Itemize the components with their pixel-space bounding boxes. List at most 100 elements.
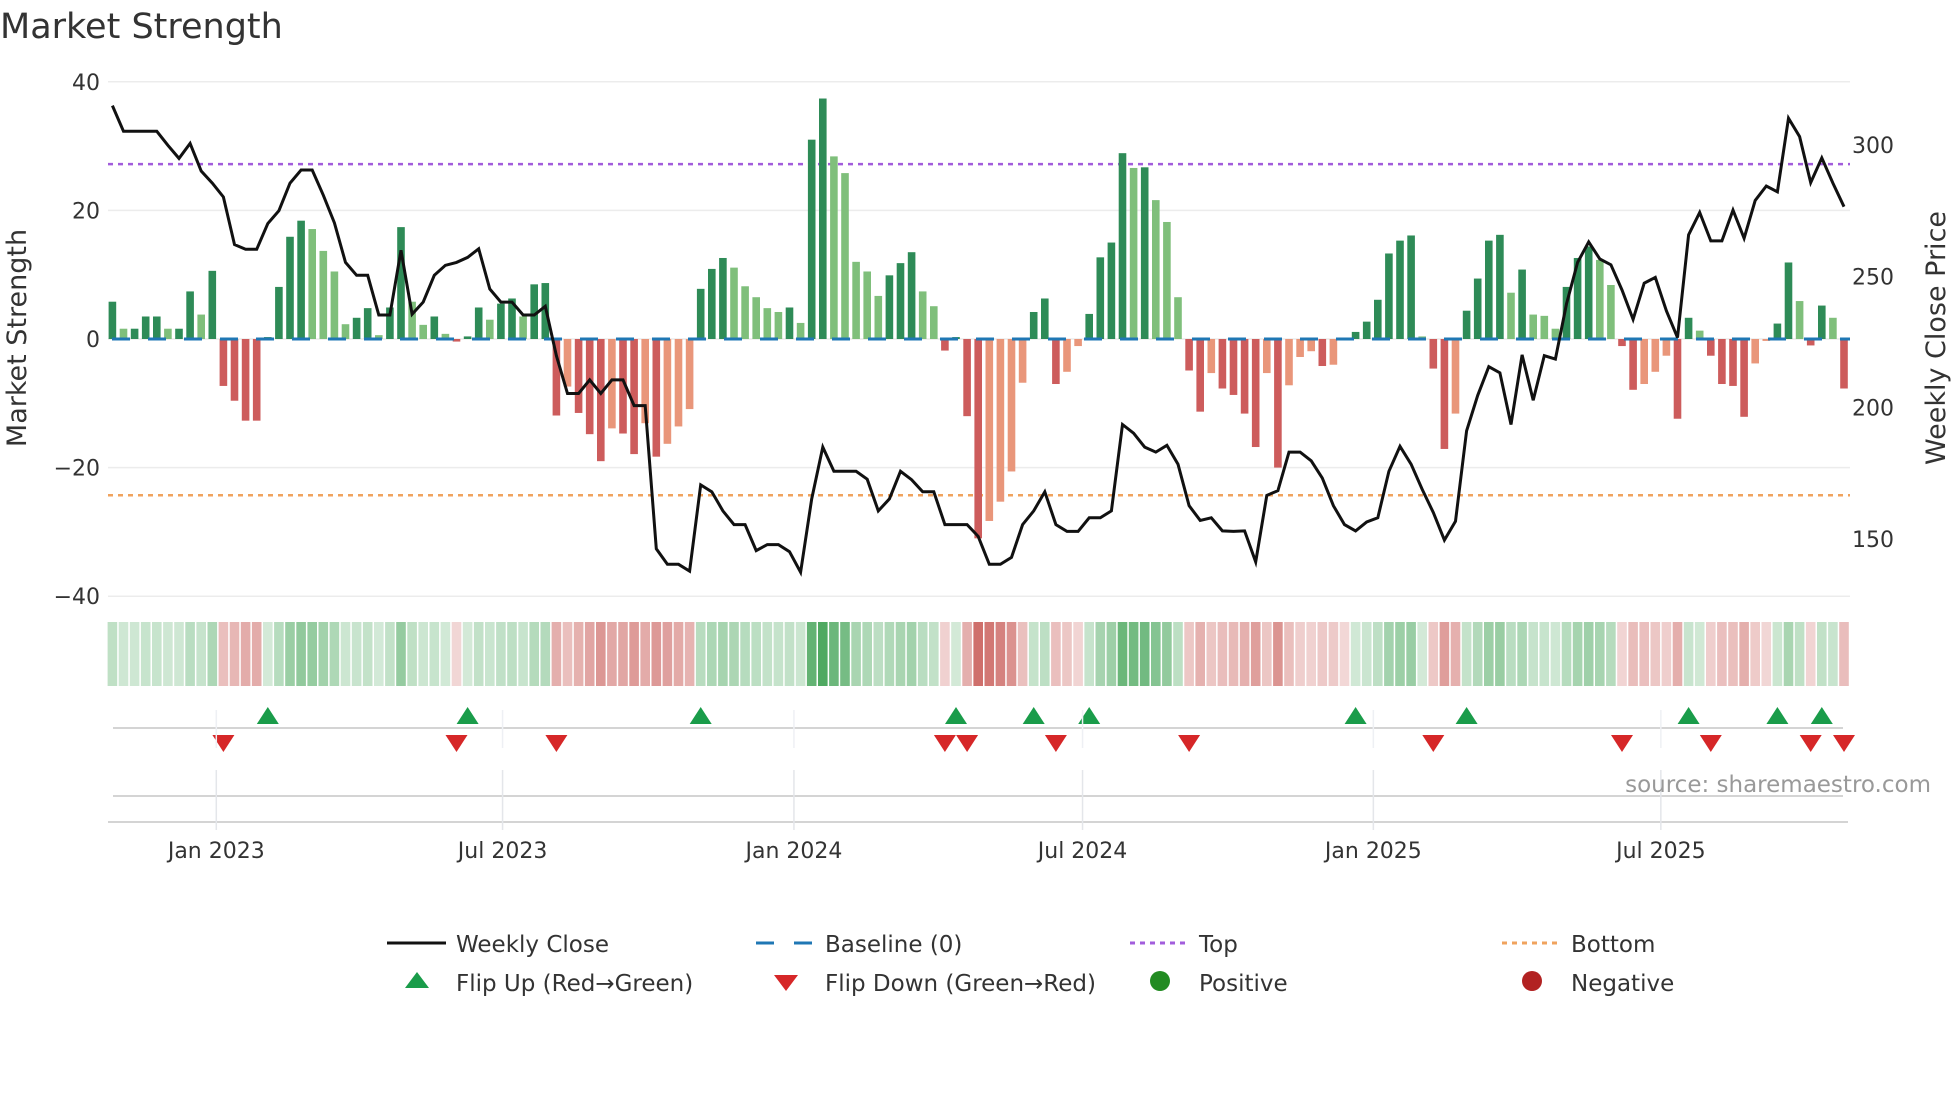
heat-cell <box>1772 622 1783 686</box>
heat-cell <box>1317 622 1328 686</box>
heat-cell <box>1095 622 1106 686</box>
heat-cell <box>1250 622 1261 686</box>
strength-bar <box>208 270 217 339</box>
heat-cell <box>1595 622 1605 686</box>
strength-bar <box>1196 339 1204 412</box>
heat-cell <box>1062 622 1072 686</box>
strength-bar <box>330 271 339 339</box>
strength-bar <box>319 250 328 339</box>
x-tick-label: Jan 2024 <box>743 839 842 864</box>
y-tick-label: 0 <box>86 328 100 353</box>
strength-bar <box>1140 167 1149 339</box>
heat-cell <box>496 622 506 686</box>
strength-bar <box>1773 323 1782 339</box>
strength-bar <box>1152 200 1160 339</box>
flip-down-marker <box>1699 735 1722 752</box>
strength-bar <box>1052 339 1060 385</box>
heat-cell <box>507 622 517 686</box>
heat-cell <box>1617 622 1627 686</box>
heat-cell <box>951 622 961 686</box>
heat-cell <box>1073 622 1083 686</box>
heat-cell <box>695 622 706 686</box>
strength-bar <box>397 227 405 339</box>
x-axis-ticks: Jan 2023 Jul 2023 Jan 2024 Jul 2024 Jan 2025… <box>108 710 1848 864</box>
positive-icon <box>1150 971 1170 991</box>
heat-cell <box>762 622 773 686</box>
legend: Weekly Close Baseline (0) Top Bottom Flip Up… <box>387 932 1674 997</box>
y-tick-label: −40 <box>54 585 100 610</box>
strength-bar <box>275 286 283 339</box>
heat-cell <box>940 622 950 686</box>
heat-cell <box>1628 622 1638 686</box>
flip-down-marker <box>1833 735 1855 752</box>
legend-label: Top <box>1198 932 1238 958</box>
heat-cell <box>1206 622 1217 686</box>
heat-cell <box>684 622 695 686</box>
strength-bar <box>896 263 905 339</box>
flip-up-marker <box>1455 707 1478 724</box>
heat-cell <box>429 622 440 686</box>
heat-cell <box>551 622 562 686</box>
heat-cell <box>707 622 717 686</box>
heat-cell <box>1839 622 1849 686</box>
flip-up-marker <box>945 707 967 724</box>
heat-cell <box>107 622 118 686</box>
heat-cell <box>229 622 240 686</box>
heat-cell <box>1084 622 1094 686</box>
strength-bar <box>1385 253 1393 339</box>
strength-bar <box>1784 262 1793 339</box>
strength-bar <box>1662 339 1671 356</box>
left-axis-label: Market Strength <box>2 229 33 447</box>
heat-cell <box>1817 622 1827 686</box>
strength-bar <box>1673 339 1682 419</box>
strength-bar <box>1429 339 1438 369</box>
strength-bar <box>1729 339 1737 386</box>
heat-cell <box>718 622 728 686</box>
flip-down-marker <box>1799 735 1822 752</box>
heat-cell <box>374 622 384 686</box>
flip-up-marker <box>1022 707 1045 724</box>
strength-bar <box>1096 257 1105 339</box>
strength-bar <box>685 339 694 410</box>
strength-bar <box>1285 339 1293 386</box>
strength-bar <box>1629 339 1637 390</box>
heat-cell <box>640 622 650 686</box>
strength-bar <box>1207 339 1216 374</box>
heat-cell <box>1439 622 1450 686</box>
heat-cell <box>418 622 428 686</box>
heat-cell <box>1528 622 1538 686</box>
strength-bar <box>219 339 228 386</box>
heat-cell <box>1428 622 1439 686</box>
strength-bar <box>585 339 594 435</box>
heat-cell <box>795 622 806 686</box>
strength-bar <box>852 261 860 339</box>
heat-cell <box>1128 622 1139 686</box>
heat-cell <box>1006 622 1017 686</box>
strength-bar <box>486 319 494 339</box>
strength-bar <box>1607 284 1615 339</box>
heat-cell <box>740 622 750 686</box>
strength-bar <box>419 324 427 339</box>
strength-bar <box>164 328 172 339</box>
strength-bar <box>286 236 294 339</box>
legend-label: Bottom <box>1571 932 1655 958</box>
strength-bar <box>1640 339 1648 385</box>
heat-cell <box>862 622 872 686</box>
flip-down-marker <box>1422 735 1445 752</box>
strength-bar <box>1718 339 1726 385</box>
heat-cell <box>1461 622 1472 686</box>
strength-bar <box>1651 339 1660 372</box>
heat-cell <box>984 622 995 686</box>
strength-bar <box>230 339 239 401</box>
strength-bar <box>175 328 183 339</box>
heat-cell <box>1217 622 1228 686</box>
strength-bar <box>1029 311 1038 339</box>
heat-cell <box>1017 622 1028 686</box>
heat-cell <box>1040 622 1050 686</box>
strength-bar <box>197 314 205 339</box>
strength-bar <box>1507 292 1515 339</box>
heat-cell <box>1239 622 1250 686</box>
heat-cell <box>296 622 306 686</box>
heat-cell <box>251 622 262 686</box>
strength-bar <box>119 328 128 339</box>
